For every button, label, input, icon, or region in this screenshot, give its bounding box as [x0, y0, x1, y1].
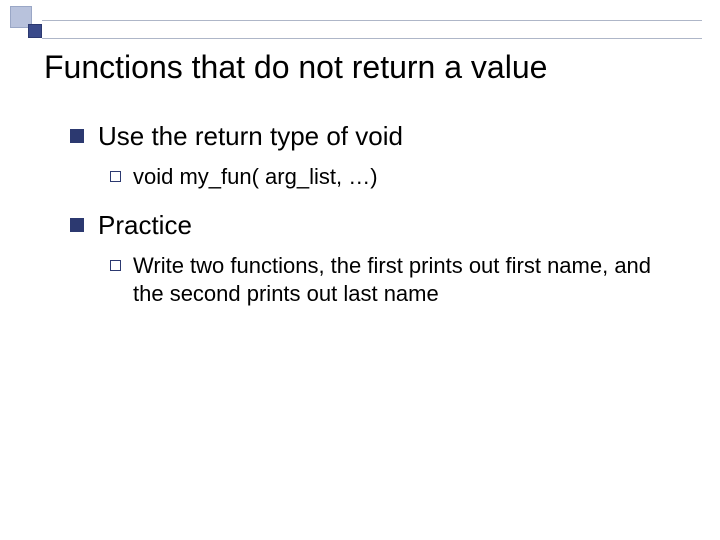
sub-bullet-text: Write two functions, the first prints ou…: [133, 252, 653, 309]
bullet-text: Practice: [98, 209, 192, 242]
sub-bullet-text: void my_fun( arg_list, …): [133, 163, 378, 192]
slide-title: Functions that do not return a value: [44, 50, 690, 85]
deco-square-light: [10, 6, 32, 28]
square-bullet-icon: [70, 129, 84, 143]
sub-bullet-item: void my_fun( arg_list, …): [110, 163, 660, 192]
hollow-square-bullet-icon: [110, 171, 121, 182]
hollow-square-bullet-icon: [110, 260, 121, 271]
bullet-item: Practice: [70, 209, 660, 242]
bullet-text: Use the return type of void: [98, 120, 403, 153]
deco-square-dark: [28, 24, 42, 38]
slide-body: Use the return type of void void my_fun(…: [70, 120, 660, 327]
bullet-item: Use the return type of void: [70, 120, 660, 153]
deco-line-bottom: [42, 38, 702, 39]
sub-bullet-item: Write two functions, the first prints ou…: [110, 252, 660, 309]
slide: Functions that do not return a value Use…: [0, 0, 720, 540]
deco-line-top: [42, 20, 702, 21]
square-bullet-icon: [70, 218, 84, 232]
slide-deco: [0, 0, 720, 40]
